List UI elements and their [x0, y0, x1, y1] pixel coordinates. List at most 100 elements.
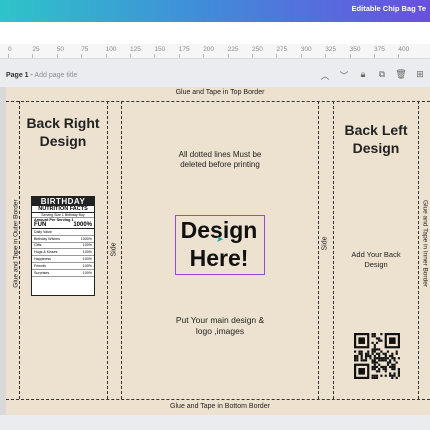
- ruler-mark: [203, 54, 205, 58]
- qr-module: [375, 352, 379, 355]
- ruler-tick: 0: [8, 46, 12, 53]
- qr-module: [393, 368, 396, 371]
- add-page-title[interactable]: Add page title: [34, 72, 77, 79]
- qr-module: [364, 354, 368, 358]
- qr-module: [354, 359, 357, 362]
- ruler-mark: [398, 54, 400, 58]
- qr-module: [382, 368, 385, 371]
- add-back-design-note[interactable]: Add Your Back Design: [336, 250, 416, 270]
- qr-module: [378, 368, 381, 371]
- back-right-title[interactable]: Back Right Design: [22, 114, 104, 150]
- qr-module: [354, 357, 357, 360]
- move-up-icon[interactable]: ︿: [319, 69, 331, 82]
- nutrition-row-value: 100%: [82, 270, 92, 275]
- lock-icon[interactable]: 🔒︎: [357, 69, 369, 82]
- qr-module: [391, 357, 394, 360]
- document-title[interactable]: Editable Chip Bag Te: [352, 4, 426, 13]
- qr-module: [389, 337, 396, 344]
- qr-module: [373, 365, 376, 369]
- nutrition-label[interactable]: BIRTHDAY NUTRITION FACTS Serving Size 1 …: [31, 196, 95, 296]
- barcode-image[interactable]: [35, 349, 83, 383]
- qr-module: [382, 357, 385, 360]
- qr-module: [371, 350, 374, 353]
- nutrition-row-value: 100%: [82, 257, 92, 262]
- qr-module: [360, 352, 363, 355]
- dv-label: Daily Value: [34, 229, 52, 234]
- ruler-tick: 25: [32, 46, 40, 53]
- qr-module: [356, 357, 359, 360]
- ruler-tick: 400: [398, 46, 410, 53]
- qr-module: [375, 365, 379, 369]
- qr-module: [397, 357, 400, 360]
- app-header: Editable Chip Bag Te: [0, 0, 430, 22]
- inner-border-label[interactable]: Glue and Tape in Inner Border: [422, 194, 429, 294]
- ruler-tick: 200: [203, 46, 215, 53]
- delete-icon[interactable]: 🗑︎: [395, 69, 407, 82]
- ruler-tick: 50: [56, 46, 65, 53]
- qr-module: [391, 354, 394, 358]
- qr-module: [393, 365, 396, 369]
- qr-module: [373, 363, 376, 366]
- nutrition-row-label: Happiness: [34, 257, 51, 262]
- qr-module: [360, 354, 363, 358]
- nutrition-subtitle: NUTRITION FACTS: [32, 206, 94, 213]
- bottom-border-label[interactable]: Glue and Tape in Bottom Border: [120, 403, 320, 410]
- page-number: Page 1: [6, 72, 29, 79]
- fun-label: FUN: [34, 222, 47, 228]
- qr-module: [393, 374, 396, 377]
- qr-module: [371, 359, 374, 362]
- qr-module: [375, 357, 379, 360]
- qr-module: [380, 365, 383, 369]
- qr-module: [371, 368, 374, 371]
- toolbar: [0, 22, 430, 45]
- qr-module: [375, 374, 379, 377]
- qr-module: [367, 352, 370, 355]
- page-label[interactable]: Page 1 - Add page title: [6, 72, 77, 79]
- add-page-icon[interactable]: ⊞: [414, 69, 426, 82]
- nutrition-row: Surprises 100%: [32, 270, 94, 277]
- qr-module: [380, 350, 383, 353]
- qr-module: [384, 359, 387, 362]
- ruler-mark: [105, 54, 107, 58]
- duplicate-icon[interactable]: ⧉: [376, 69, 388, 82]
- dotted-lines-note[interactable]: All dotted lines Must be deleted before …: [150, 150, 290, 170]
- qr-module: [378, 348, 381, 351]
- qr-module: [378, 337, 381, 340]
- qr-module: [389, 374, 392, 377]
- qr-module: [380, 333, 383, 336]
- nutrition-row-label: Birthday Wishes: [34, 236, 60, 241]
- ruler-tick: 100: [105, 46, 117, 53]
- nutrition-fun-row: FUN 1000%: [32, 222, 94, 229]
- qr-module: [364, 352, 368, 355]
- qr-module: [391, 374, 394, 377]
- qr-module: [373, 333, 376, 336]
- qr-module: [373, 368, 376, 371]
- qr-module: [373, 361, 376, 364]
- qr-module: [371, 361, 374, 364]
- nutrition-row-value: 100%: [82, 263, 92, 268]
- qr-module: [371, 376, 374, 379]
- top-border-label[interactable]: Glue and Tape in Top Border: [120, 89, 320, 96]
- side-label-left[interactable]: Side: [111, 230, 118, 270]
- qr-module: [384, 370, 387, 373]
- ruler-mark: [325, 54, 327, 58]
- move-down-icon[interactable]: ﹀: [338, 69, 350, 82]
- qr-module: [395, 361, 398, 364]
- nutrition-row-value: 100%: [82, 243, 92, 248]
- qr-module: [391, 376, 394, 379]
- qr-module: [371, 333, 374, 336]
- qr-code-image[interactable]: [354, 333, 400, 379]
- back-left-title[interactable]: Back Left Design: [336, 121, 416, 157]
- qr-module: [373, 376, 376, 379]
- qr-module: [369, 357, 372, 360]
- qr-module: [354, 354, 357, 358]
- qr-module: [386, 363, 390, 366]
- qr-module: [358, 352, 361, 355]
- outer-border-label[interactable]: Glue and Tape in Outer Border: [13, 194, 20, 294]
- ruler-tick: 150: [154, 46, 166, 53]
- qr-module: [373, 343, 376, 347]
- nutrition-row-label: Hugs & Kisses: [34, 250, 58, 255]
- qr-module: [393, 357, 396, 360]
- side-label-right[interactable]: Side: [322, 224, 329, 264]
- main-design-note[interactable]: Put Your main design & logo ,images: [150, 315, 290, 337]
